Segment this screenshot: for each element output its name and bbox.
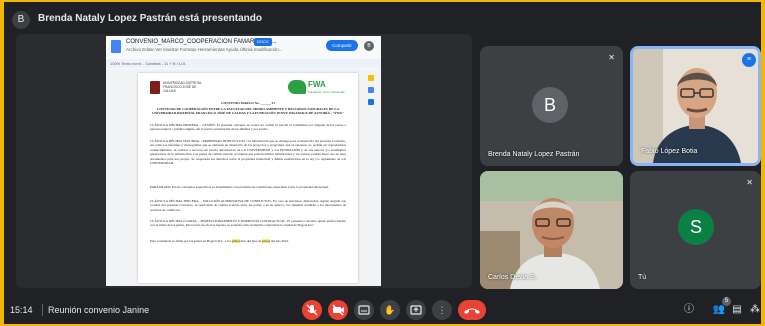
doc-format-badge: DOCX xyxy=(254,38,272,46)
doc-page: UNIVERSIDAD DISTRITAL FRANCISCO JOSÉ DE … xyxy=(138,73,358,283)
doc-signature-line: Para constancia se firma por las partes … xyxy=(150,239,346,243)
more-options-button[interactable]: ⋮ xyxy=(432,300,452,320)
doc-paragraph: CLÁUSULA DÉCIMA SEGUNDA. - PROPIEDAD INT… xyxy=(150,139,346,166)
university-logo: UNIVERSIDAD DISTRITAL FRANCISCO JOSÉ DE … xyxy=(150,81,208,95)
end-call-icon xyxy=(464,308,480,314)
presentation-stage[interactable]: CONVENIO_MARCO_COOPERACION FAMARENA - ..… xyxy=(16,34,472,288)
participant-name: Fabio López Botia xyxy=(641,148,698,155)
chat-icon: ▤ xyxy=(732,304,742,315)
camera-toggle-button[interactable] xyxy=(328,300,348,320)
avatar: S xyxy=(678,209,714,245)
doc-user-avatar: B xyxy=(364,41,374,51)
tasks-icon xyxy=(368,87,374,93)
presenting-banner: B Brenda Nataly Lopez Pastrán está prese… xyxy=(4,2,761,32)
sig-month-highlight: (mes) xyxy=(262,239,270,243)
speaking-indicator-icon: ≡ xyxy=(742,53,756,67)
doc-paragraph: CLÁUSULA DÉCIMA PRIMERA. - CESIÓN. El pr… xyxy=(150,123,346,132)
info-button[interactable]: ⓘ xyxy=(682,304,696,316)
share-button: Compartir xyxy=(326,40,358,51)
doc-paragraph: CLÁUSULA DÉCIMA CUARTA. - PERFECCIONAMIE… xyxy=(150,219,346,228)
captions-button[interactable] xyxy=(354,300,374,320)
sig-text: días del mes de xyxy=(239,239,263,243)
doc-header: CONVENIO_MARCO_COOPERACION FAMARENA - ..… xyxy=(106,36,381,58)
doc-menu: Archivo Editar Ver Insertar Formato Herr… xyxy=(126,47,283,52)
shared-document-window: CONVENIO_MARCO_COOPERACION FAMARENA - ..… xyxy=(106,36,381,286)
end-call-button[interactable] xyxy=(458,300,486,320)
fwa-leaf-icon xyxy=(288,80,306,94)
participant-name: Carlos Devia S. xyxy=(488,274,537,281)
docs-logo-icon xyxy=(111,40,121,53)
captions-icon xyxy=(358,305,370,315)
doc-toolbar: 100% Texto norm... Cambria - 11 + B I U … xyxy=(106,59,381,68)
sig-day-highlight: (días) xyxy=(231,239,240,243)
hand-icon: ✋ xyxy=(384,305,396,315)
bottom-bar: 15:14 Reunión convenio Janine ✋ ⋮ ⓘ 👥 5 … xyxy=(4,296,761,324)
participant-tile[interactable]: Carlos Devia S. xyxy=(480,171,623,289)
participant-tile[interactable]: ✕ B Brenda Nataly Lopez Pastrán xyxy=(480,46,623,166)
fwa-logo: FWA Fundación Jenny Wisamale xyxy=(288,78,346,96)
divider xyxy=(42,304,43,316)
people-button[interactable]: 👥 xyxy=(712,304,726,316)
sig-text: Para constancia se firma por las partes … xyxy=(150,239,232,243)
university-name: UNIVERSIDAD DISTRITAL FRANCISCO JOSÉ DE … xyxy=(163,81,202,93)
sig-text: del año 2021. xyxy=(269,239,290,243)
present-button[interactable] xyxy=(406,300,426,320)
participant-tile[interactable]: ✕ S Tú xyxy=(630,171,761,289)
participant-name: Brenda Nataly Lopez Pastrán xyxy=(488,151,580,158)
doc-heading-number: CONVENIO MARCO No. ______ 21 xyxy=(221,101,275,105)
doc-paragraph: CLÁUSULA DÉCIMA TERCERA. - SOLUCIÓN ALTE… xyxy=(150,199,346,212)
doc-canvas: UNIVERSIDAD DISTRITAL FRANCISCO JOSÉ DE … xyxy=(106,69,381,286)
presenter-avatar-icon: B xyxy=(12,11,30,29)
activities-icon: ⁂ xyxy=(750,304,760,315)
mic-off-icon xyxy=(306,304,318,316)
keep-icon xyxy=(368,75,374,81)
doc-paragraph: PARÁGRAFO: En los convenios específicos … xyxy=(150,185,329,189)
raise-hand-button[interactable]: ✋ xyxy=(380,300,400,320)
more-vertical-icon: ⋮ xyxy=(437,305,447,315)
mic-off-icon: ✕ xyxy=(608,53,615,62)
presenting-text: Brenda Nataly Lopez Pastrán está present… xyxy=(38,13,262,24)
people-icon: 👥 xyxy=(712,304,726,315)
activities-button[interactable]: ⁂ xyxy=(748,304,761,316)
participant-name: Tú xyxy=(638,274,647,281)
mic-off-icon: ✕ xyxy=(746,178,753,187)
fwa-wordmark: FWA xyxy=(308,80,326,89)
meet-window: B Brenda Nataly Lopez Pastrán está prese… xyxy=(4,2,761,324)
participant-video xyxy=(633,49,758,163)
meeting-title: Reunión convenio Janine xyxy=(48,305,150,315)
camera-off-icon xyxy=(332,304,344,316)
participant-tile[interactable]: ≡ Fabio López Botia xyxy=(630,46,761,166)
info-icon: ⓘ xyxy=(684,304,694,315)
fwa-subtitle: Fundación Jenny Wisamale xyxy=(308,90,345,94)
present-icon xyxy=(410,305,422,315)
mic-toggle-button[interactable] xyxy=(302,300,322,320)
contacts-icon xyxy=(368,99,374,105)
doc-heading: CONVENIO DE COOPERACIÓN ENTRE LA FACULTA… xyxy=(152,107,344,116)
university-crest-icon xyxy=(150,81,160,94)
avatar: B xyxy=(532,87,568,123)
chat-button[interactable]: ▤ xyxy=(730,304,744,316)
participant-video xyxy=(480,171,623,289)
meeting-time: 15:14 xyxy=(10,305,33,315)
